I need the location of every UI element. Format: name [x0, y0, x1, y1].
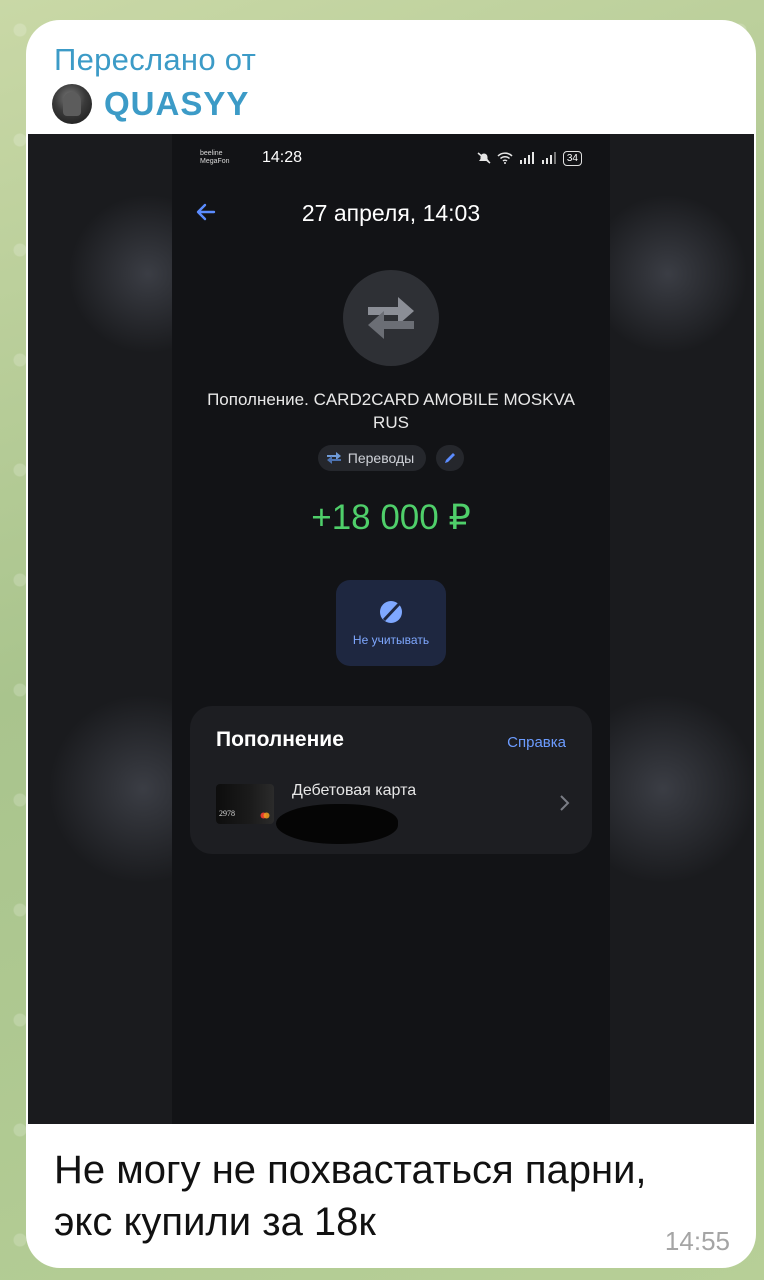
- status-time: 14:28: [262, 149, 303, 166]
- carrier-names: beeline MegaFon: [200, 150, 260, 166]
- phone-screen: beeline MegaFon 14:28 34 27 апреля, 14:0…: [172, 134, 610, 1124]
- card-type: Дебетовая карта: [292, 782, 417, 799]
- message-bubble[interactable]: Переслано от QUASYY beeline MegaFon 14:2…: [26, 20, 756, 1268]
- message-time: 14:55: [664, 1226, 730, 1256]
- forwarded-label: Переслано от: [54, 42, 257, 77]
- blur-glow: [588, 194, 748, 354]
- signal-icon: [541, 152, 556, 164]
- card-thumbnail: 2978: [216, 784, 274, 824]
- wifi-icon: [497, 152, 513, 164]
- ignore-label: Не учитывать: [352, 633, 430, 647]
- forwarded-author[interactable]: QUASYY: [52, 84, 249, 124]
- category-label: Переводы: [347, 450, 415, 466]
- signal-icon: [519, 152, 534, 164]
- transaction-title: Пополнение. CARD2CARD AMOBILE MOSKVA RUS: [207, 390, 575, 432]
- attached-screenshot[interactable]: beeline MegaFon 14:28 34 27 апреля, 14:0…: [28, 134, 754, 1124]
- help-link: Справка: [507, 734, 566, 751]
- chevron-right-icon: [560, 795, 570, 811]
- transfer-icon: [343, 270, 439, 366]
- mute-icon: [477, 152, 491, 164]
- caption-line-2: экс купили за 18к: [54, 1200, 376, 1244]
- transaction-header: 27 апреля, 14:03: [172, 198, 610, 228]
- edit-category-button: [436, 445, 465, 471]
- panel-title: Пополнение: [216, 728, 344, 751]
- redaction-mark: [276, 804, 398, 844]
- status-bar: beeline MegaFon 14:28 34: [200, 144, 582, 172]
- status-icons: 34: [477, 150, 582, 166]
- carrier-1: beeline: [200, 150, 223, 157]
- card-last-digits: 2978: [219, 809, 235, 818]
- carrier-2: MegaFon: [200, 158, 230, 165]
- category-row: Переводы: [172, 445, 610, 471]
- pencil-icon: [445, 453, 456, 463]
- ignore-transaction-button: Не учитывать: [336, 580, 446, 666]
- transfer-small-icon: [326, 452, 341, 464]
- transaction-amount: +18 000 ₽: [311, 498, 471, 537]
- eye-crossed-icon: [380, 601, 402, 623]
- source-card-panel: Пополнение Справка 2978 Дебетовая карта: [190, 706, 592, 854]
- author-avatar[interactable]: [52, 84, 92, 124]
- category-chip: Переводы: [317, 445, 427, 471]
- mastercard-icon: [260, 812, 270, 819]
- battery-indicator: 34: [562, 150, 582, 166]
- transaction-date: 27 апреля, 14:03: [301, 200, 481, 226]
- author-name[interactable]: QUASYY: [104, 85, 249, 123]
- message-text: Не могу не похвастаться парни, экс купил…: [54, 1144, 734, 1248]
- caption-line-1: Не могу не похвастаться парни,: [54, 1148, 647, 1192]
